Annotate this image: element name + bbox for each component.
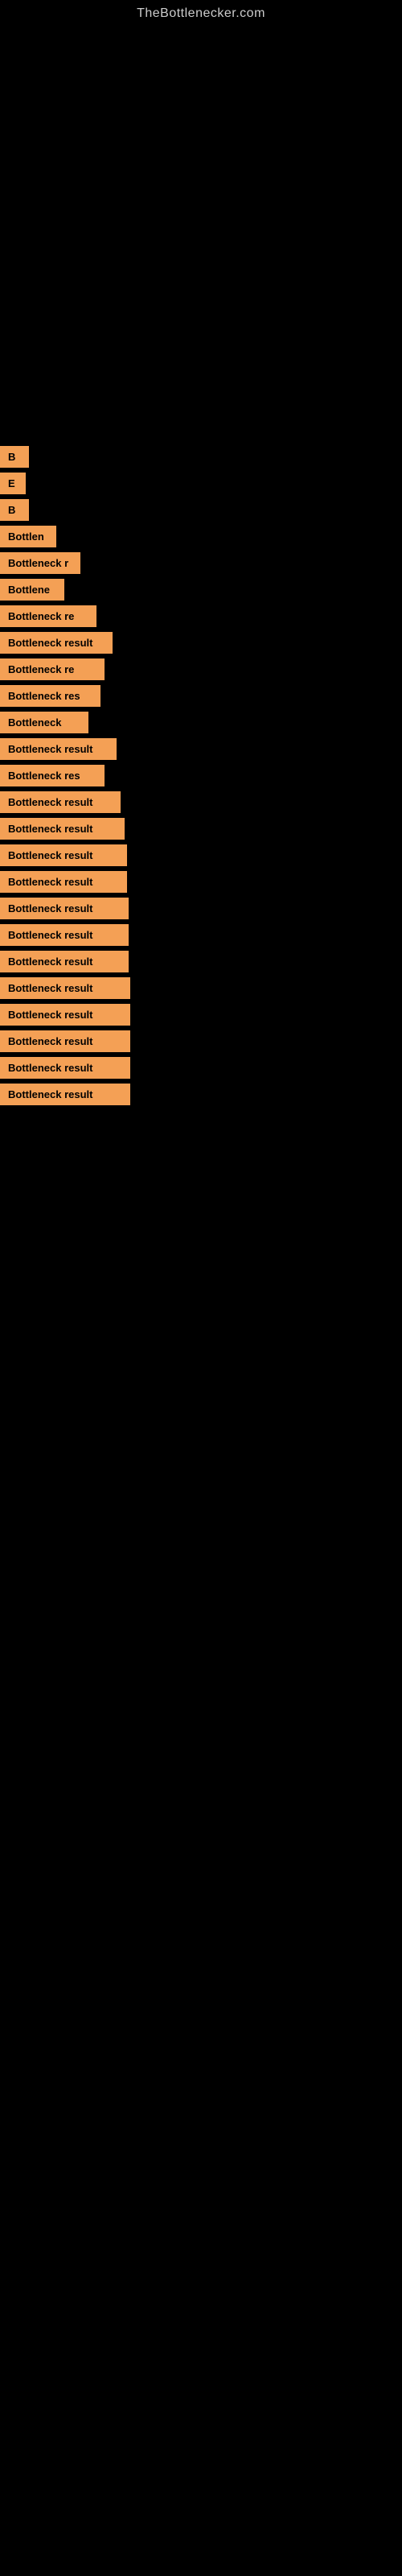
- bottleneck-result-item[interactable]: E: [0, 473, 26, 494]
- bottleneck-result-item[interactable]: Bottleneck result: [0, 951, 129, 972]
- bottleneck-result-item[interactable]: Bottleneck result: [0, 818, 125, 840]
- bottleneck-result-item[interactable]: Bottleneck result: [0, 632, 113, 654]
- bottleneck-result-item[interactable]: B: [0, 499, 29, 521]
- bottleneck-result-item[interactable]: Bottleneck re: [0, 658, 105, 680]
- bottleneck-result-item[interactable]: Bottleneck result: [0, 1030, 130, 1052]
- bottleneck-result-item[interactable]: Bottleneck: [0, 712, 88, 733]
- bottleneck-result-item[interactable]: Bottleneck result: [0, 791, 121, 813]
- bottleneck-result-item[interactable]: Bottleneck re: [0, 605, 96, 627]
- bottleneck-result-item[interactable]: Bottleneck result: [0, 1057, 130, 1079]
- bottleneck-result-item[interactable]: Bottlen: [0, 526, 56, 547]
- bottleneck-result-item[interactable]: Bottleneck result: [0, 898, 129, 919]
- site-header: TheBottlenecker.com: [0, 0, 402, 27]
- bottleneck-result-item[interactable]: Bottleneck result: [0, 844, 127, 866]
- bottleneck-result-item[interactable]: Bottleneck result: [0, 924, 129, 946]
- bottleneck-result-item[interactable]: Bottleneck res: [0, 685, 100, 707]
- bottleneck-result-item[interactable]: Bottleneck result: [0, 1004, 130, 1026]
- top-black-section: [0, 27, 402, 430]
- bottleneck-result-item[interactable]: Bottleneck result: [0, 738, 117, 760]
- bottleneck-result-item[interactable]: Bottleneck r: [0, 552, 80, 574]
- results-container: BEB Bottlen Bottleneck r Bottlene Bottleneck…: [0, 430, 402, 1118]
- bottleneck-result-item[interactable]: Bottleneck result: [0, 1084, 130, 1105]
- bottleneck-result-item[interactable]: Bottleneck result: [0, 977, 130, 999]
- bottleneck-result-item[interactable]: B: [0, 446, 29, 468]
- bottleneck-result-item[interactable]: Bottleneck res: [0, 765, 105, 786]
- bottleneck-result-item[interactable]: Bottlene: [0, 579, 64, 601]
- bottleneck-result-item[interactable]: Bottleneck result: [0, 871, 127, 893]
- site-title: TheBottlenecker.com: [0, 0, 402, 27]
